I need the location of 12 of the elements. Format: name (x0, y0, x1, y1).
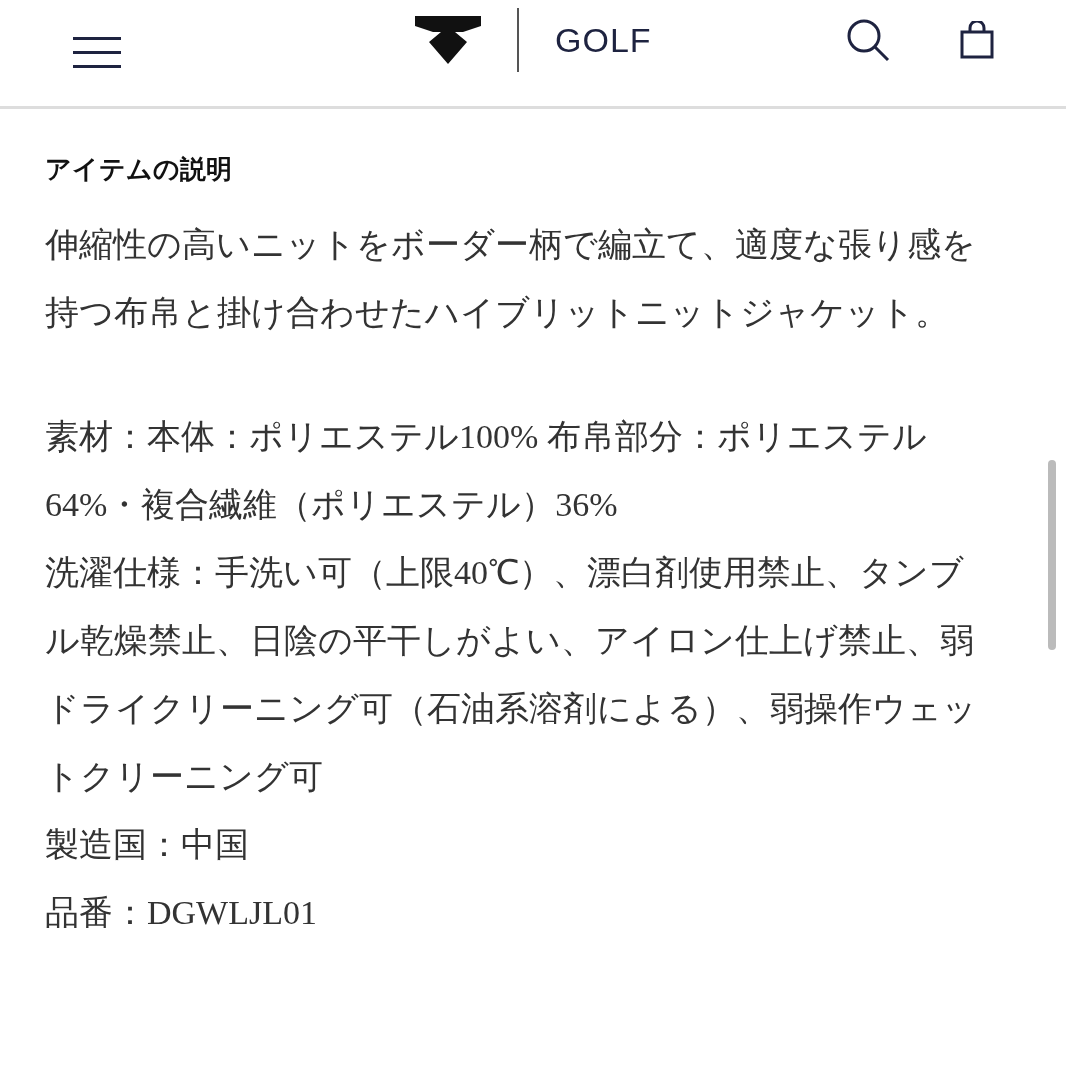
search-icon[interactable] (846, 18, 890, 62)
shopping-bag-icon[interactable] (960, 21, 994, 59)
scrollbar[interactable] (1048, 460, 1056, 650)
description-text: 伸縮性の高いニットをボーダー柄で編立て、適度な張り感を持つ布帛と掛け合わせたハイブリットニットジャケット。 (45, 225, 977, 333)
menu-icon[interactable] (73, 36, 121, 70)
section-title: アイテムの説明 (45, 153, 233, 186)
brand-name: GOLF (555, 20, 652, 60)
detail-text: 洗濯仕様：手洗い可（上限40℃）、漂白剤使用禁止、タンブル乾燥禁止、日陰の平干しがよい、アイロン仕上げ禁止、弱ドライクリーニング可（石油系溶剤による）、弱操作ウェットクリーニング可 (45, 553, 978, 797)
arrow-logo-icon[interactable] (415, 16, 481, 64)
detail-text: 品番：DGWLJL01 (45, 893, 318, 933)
detail-text: 素材：本体：ポリエステル100% 布帛部分：ポリエステル64%・複合繊維（ポリエステル）36% (45, 417, 928, 525)
detail-text: 製造国：中国 (45, 825, 250, 865)
